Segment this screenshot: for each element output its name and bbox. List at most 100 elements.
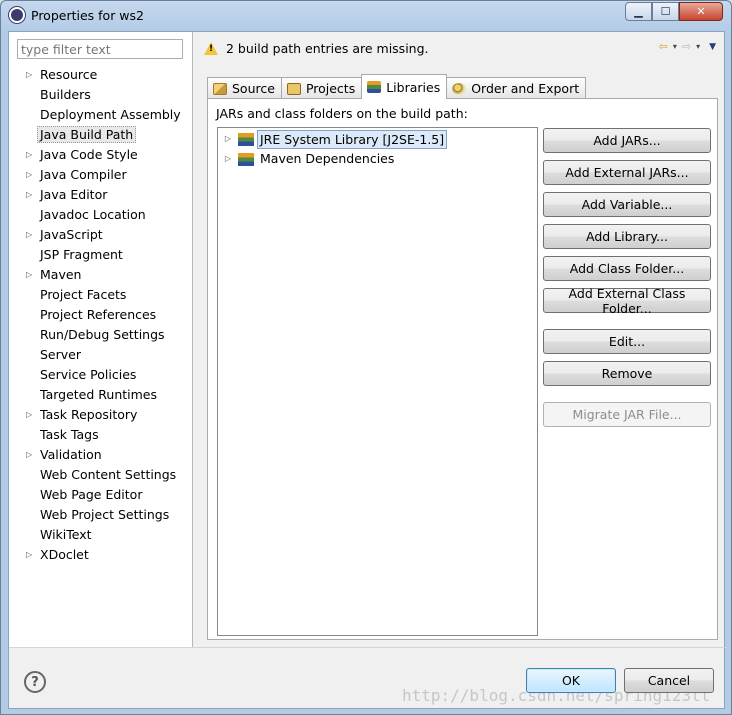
expand-arrow-icon[interactable]: ▷ xyxy=(26,65,32,85)
properties-window: Properties for ws2 ▁ ☐ ✕ ▷ Resource Builde… xyxy=(0,0,732,715)
expand-arrow-icon[interactable]: ▷ xyxy=(218,149,238,169)
nav-item[interactable]: ▷ Java Code Style xyxy=(9,145,193,165)
nav-item[interactable]: ▷ Java Editor xyxy=(9,185,193,205)
expand-arrow-icon[interactable]: ▷ xyxy=(26,405,32,425)
add-jars-button[interactable]: Add JARs... xyxy=(543,128,711,153)
nav-item-label: XDoclet xyxy=(40,547,89,562)
nav-item[interactable]: Service Policies xyxy=(9,365,193,385)
history-controls: ⇦ ▾ ⇨ ▾ ▼ xyxy=(659,40,716,53)
property-page-content: 2 build path entries are missing. ⇦ ▾ ⇨ … xyxy=(194,32,726,647)
tab-libraries[interactable]: Libraries xyxy=(361,74,448,99)
minimize-button[interactable]: ▁ xyxy=(625,2,652,21)
nav-item[interactable]: Project Facets xyxy=(9,285,193,305)
back-dropdown-icon[interactable]: ▾ xyxy=(673,42,677,51)
maximize-icon: ☐ xyxy=(660,5,671,18)
nav-item[interactable]: Java Build Path xyxy=(9,125,193,145)
libraries-tab-content: JARs and class folders on the build path… xyxy=(207,98,718,640)
remove-button[interactable]: Remove xyxy=(543,361,711,386)
nav-item-label: Builders xyxy=(40,87,91,102)
nav-item[interactable]: ▷ JavaScript xyxy=(9,225,193,245)
message-text: 2 build path entries are missing. xyxy=(226,40,429,56)
tab-order-and-export[interactable]: Order and Export xyxy=(446,77,587,99)
build-path-tree[interactable]: ▷ JRE System Library [J2SE-1.5] ▷ Maven … xyxy=(217,127,538,636)
nav-item-label: Server xyxy=(40,347,81,362)
nav-item-label: Service Policies xyxy=(40,367,137,382)
migrate-jar-button[interactable]: Migrate JAR File... xyxy=(543,402,711,427)
nav-item[interactable]: Server xyxy=(9,345,193,365)
tree-item-jre-library[interactable]: ▷ JRE System Library [J2SE-1.5] xyxy=(218,129,448,149)
cancel-button[interactable]: Cancel xyxy=(624,668,714,693)
expand-arrow-icon[interactable]: ▷ xyxy=(26,445,32,465)
nav-item-label: Java Build Path xyxy=(37,126,137,143)
tree-item-maven-dependencies[interactable]: ▷ Maven Dependencies xyxy=(218,149,394,169)
nav-item[interactable]: Targeted Runtimes xyxy=(9,385,193,405)
ok-button[interactable]: OK xyxy=(526,668,616,693)
expand-arrow-icon[interactable]: ▷ xyxy=(26,225,32,245)
nav-item-label: Deployment Assembly xyxy=(40,107,181,122)
tab-projects[interactable]: Projects xyxy=(280,77,363,99)
nav-item-label: Resource xyxy=(40,67,98,82)
maximize-button[interactable]: ☐ xyxy=(652,2,679,21)
expand-arrow-icon[interactable]: ▷ xyxy=(218,129,238,149)
add-external-jars-button[interactable]: Add External JARs... xyxy=(543,160,711,185)
filter-input[interactable] xyxy=(17,39,183,59)
nav-item[interactable]: ▷ Java Compiler xyxy=(9,165,193,185)
close-icon: ✕ xyxy=(696,5,706,18)
nav-item[interactable]: Deployment Assembly xyxy=(9,105,193,125)
tab-libraries-label: Libraries xyxy=(386,79,441,95)
add-class-folder-button[interactable]: Add Class Folder... xyxy=(543,256,711,281)
help-icon[interactable]: ? xyxy=(24,671,46,693)
nav-item[interactable]: ▷ Maven xyxy=(9,265,193,285)
add-external-class-folder-button[interactable]: Add External Class Folder... xyxy=(543,286,711,316)
nav-item-label: Java Editor xyxy=(40,187,108,202)
property-pages-panel: ▷ Resource Builders Deployment Assembly Java… xyxy=(9,32,193,647)
window-title: Properties for ws2 xyxy=(31,8,144,23)
library-icon xyxy=(367,81,382,93)
nav-item[interactable]: Task Tags xyxy=(9,425,193,445)
nav-item[interactable]: Javadoc Location xyxy=(9,205,193,225)
nav-item[interactable]: Web Project Settings xyxy=(9,505,193,525)
forward-arrow-icon[interactable]: ⇨ xyxy=(682,40,691,53)
nav-item[interactable]: Project References xyxy=(9,305,193,325)
expand-arrow-icon[interactable]: ▷ xyxy=(26,185,32,205)
nav-item[interactable]: Builders xyxy=(9,85,193,105)
tab-source[interactable]: Source xyxy=(207,77,282,99)
nav-item[interactable]: JSP Fragment xyxy=(9,245,193,265)
dialog-button-bar: ? http://blog.csdn.net/spring123tt OK Ca… xyxy=(9,647,726,710)
nav-item[interactable]: ▷ XDoclet xyxy=(9,545,193,565)
eclipse-icon xyxy=(9,7,25,23)
nav-item-label: JavaScript xyxy=(40,227,103,242)
nav-item[interactable]: Web Page Editor xyxy=(9,485,193,505)
expand-arrow-icon[interactable]: ▷ xyxy=(26,265,32,285)
add-library-button[interactable]: Add Library... xyxy=(543,224,711,249)
tab-order-label: Order and Export xyxy=(471,81,580,96)
close-button[interactable]: ✕ xyxy=(679,2,723,21)
expand-arrow-icon[interactable]: ▷ xyxy=(26,165,32,185)
view-menu-icon[interactable]: ▼ xyxy=(709,42,716,52)
tab-projects-label: Projects xyxy=(305,81,356,96)
library-icon xyxy=(238,132,254,146)
forward-dropdown-icon[interactable]: ▾ xyxy=(696,42,700,51)
nav-item-label: Project References xyxy=(40,307,157,322)
source-folder-icon xyxy=(213,82,227,95)
nav-item[interactable]: ▷ Task Repository xyxy=(9,405,193,425)
nav-item[interactable]: Web Content Settings xyxy=(9,465,193,485)
title-bar[interactable]: Properties for ws2 ▁ ☐ ✕ xyxy=(1,1,731,31)
expand-arrow-icon[interactable]: ▷ xyxy=(26,545,32,565)
nav-item[interactable]: Run/Debug Settings xyxy=(9,325,193,345)
order-export-icon xyxy=(452,82,467,95)
nav-item-label: Validation xyxy=(40,447,102,462)
nav-item-label: Web Content Settings xyxy=(40,467,177,482)
warning-icon xyxy=(204,41,218,55)
nav-item-label: JSP Fragment xyxy=(40,247,123,262)
nav-item[interactable]: ▷ Validation xyxy=(9,445,193,465)
nav-item[interactable]: ▷ Resource xyxy=(9,65,193,85)
add-variable-button[interactable]: Add Variable... xyxy=(543,192,711,217)
edit-button[interactable]: Edit... xyxy=(543,329,711,354)
expand-arrow-icon[interactable]: ▷ xyxy=(26,145,32,165)
nav-item[interactable]: WikiText xyxy=(9,525,193,545)
libraries-subtitle: JARs and class folders on the build path… xyxy=(216,106,468,121)
nav-item-label: Java Compiler xyxy=(40,167,127,182)
back-arrow-icon[interactable]: ⇦ xyxy=(659,40,668,53)
tab-source-label: Source xyxy=(232,81,275,96)
